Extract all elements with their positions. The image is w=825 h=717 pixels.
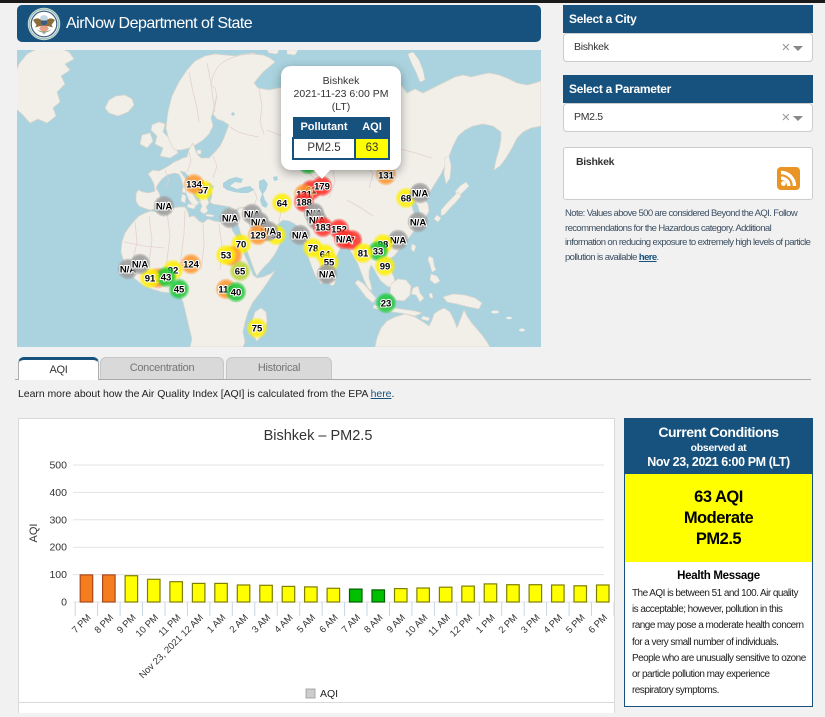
svg-text:500: 500: [49, 460, 67, 472]
svg-text:12 PM: 12 PM: [448, 612, 475, 639]
svg-text:183: 183: [315, 222, 331, 233]
svg-text:10 AM: 10 AM: [403, 612, 430, 639]
svg-text:Bishkek – PM2.5: Bishkek – PM2.5: [264, 428, 373, 444]
svg-text:131: 131: [378, 170, 395, 181]
svg-text:N/A: N/A: [132, 259, 149, 270]
svg-text:N/A: N/A: [336, 234, 353, 245]
svg-text:400: 400: [49, 487, 67, 499]
svg-text:81: 81: [358, 248, 369, 259]
svg-text:99: 99: [380, 261, 391, 272]
svg-text:134: 134: [186, 179, 203, 190]
svg-text:3 AM: 3 AM: [250, 612, 273, 635]
svg-text:129: 129: [250, 230, 266, 241]
svg-text:300: 300: [49, 514, 67, 526]
svg-text:65: 65: [235, 266, 246, 277]
svg-text:5 PM: 5 PM: [564, 612, 588, 636]
svg-text:N/A: N/A: [292, 230, 309, 241]
svg-text:5 AM: 5 AM: [295, 612, 318, 635]
svg-text:N/A: N/A: [156, 201, 173, 212]
svg-text:4 PM: 4 PM: [542, 612, 566, 636]
svg-text:1 PM: 1 PM: [474, 612, 498, 636]
svg-text:1 AM: 1 AM: [205, 612, 228, 635]
svg-text:N/A: N/A: [319, 269, 336, 280]
svg-text:8 AM: 8 AM: [362, 612, 385, 635]
svg-text:2 AM: 2 AM: [228, 612, 251, 635]
svg-text:4 AM: 4 AM: [272, 612, 295, 635]
svg-text:179: 179: [314, 181, 330, 192]
svg-text:6 AM: 6 AM: [317, 612, 340, 635]
svg-text:91: 91: [145, 273, 156, 284]
svg-text:N/A: N/A: [410, 217, 427, 228]
svg-text:64: 64: [277, 198, 288, 209]
svg-text:0: 0: [61, 597, 67, 609]
svg-text:200: 200: [49, 542, 67, 554]
svg-text:3 PM: 3 PM: [519, 612, 543, 636]
svg-text:40: 40: [231, 287, 242, 298]
svg-text:33: 33: [373, 246, 384, 257]
svg-text:100: 100: [49, 569, 67, 581]
svg-text:N/A: N/A: [222, 213, 239, 224]
svg-text:AQI: AQI: [28, 524, 40, 543]
svg-text:AQI: AQI: [320, 688, 338, 700]
svg-text:6 PM: 6 PM: [586, 612, 610, 636]
svg-text:53: 53: [221, 250, 232, 261]
svg-text:8 PM: 8 PM: [93, 612, 117, 636]
svg-text:2 PM: 2 PM: [497, 612, 521, 636]
svg-text:43: 43: [161, 272, 172, 283]
svg-text:10 PM: 10 PM: [134, 612, 161, 639]
svg-text:75: 75: [252, 323, 263, 334]
svg-text:N/A: N/A: [412, 188, 429, 199]
svg-text:23: 23: [381, 298, 392, 309]
svg-text:45: 45: [174, 284, 185, 295]
svg-text:7 AM: 7 AM: [340, 612, 363, 635]
svg-text:11 AM: 11 AM: [426, 612, 452, 638]
svg-text:7 PM: 7 PM: [70, 612, 94, 636]
svg-text:124: 124: [183, 259, 200, 270]
